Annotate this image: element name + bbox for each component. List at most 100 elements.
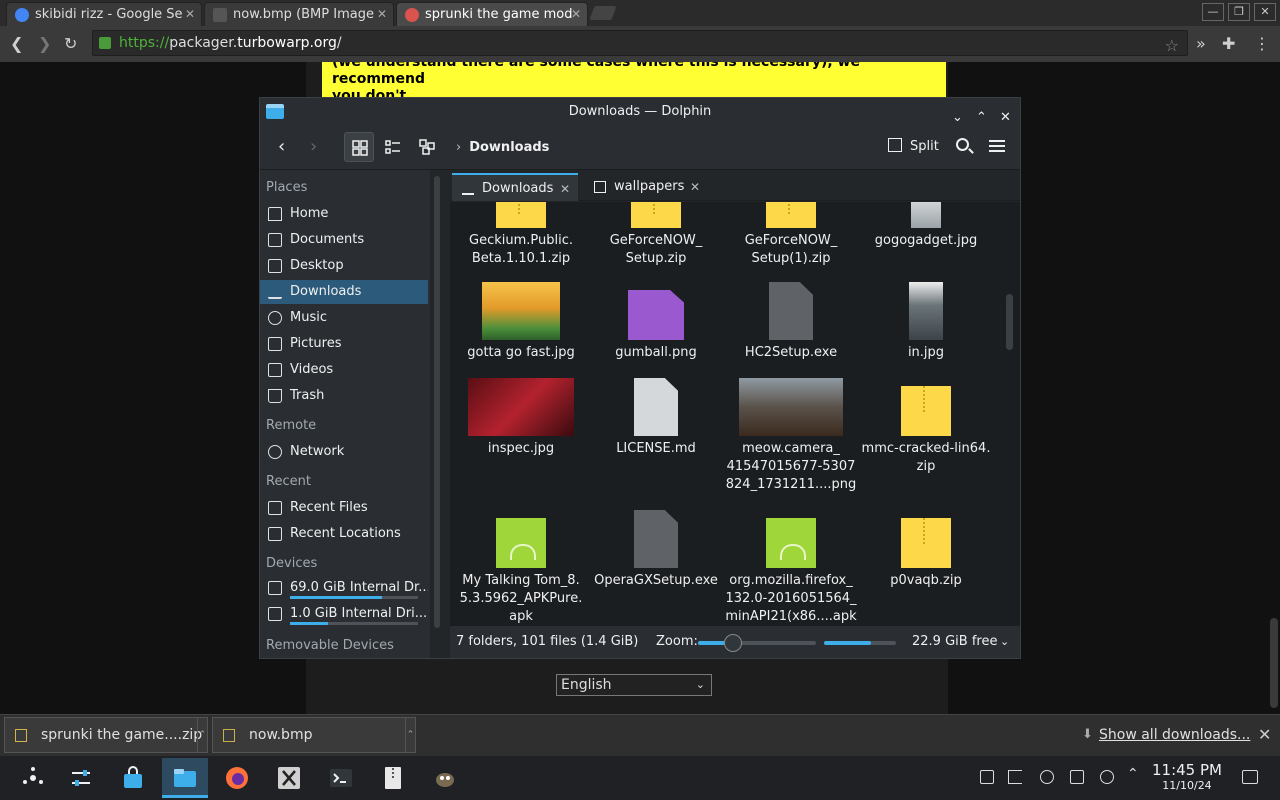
taskbar-firefox[interactable] — [214, 758, 260, 798]
zoom-slider-handle[interactable] — [724, 634, 743, 652]
close-icon[interactable]: ✕ — [377, 7, 387, 21]
sidebar-item-drive-1gb[interactable]: 1.0 GiB Internal Dri... — [260, 602, 428, 626]
sidebar-item-desktop[interactable]: Desktop — [260, 254, 428, 278]
file-item[interactable]: My Talking Tom_8. 5.3.5962_APKPure. apk — [454, 518, 588, 626]
new-tab-button[interactable] — [589, 6, 617, 20]
clipboard-icon[interactable] — [980, 770, 994, 784]
chevron-up-icon[interactable]: ⌃ — [197, 718, 207, 752]
save-disk-icon[interactable] — [1070, 770, 1084, 784]
file-item[interactable]: mmc-cracked-lin64. zip — [859, 386, 993, 476]
tab-wallpapers[interactable]: wallpapers ✕ — [584, 173, 708, 201]
taskbar-archiver[interactable] — [370, 758, 416, 798]
file-item[interactable]: in.jpg — [859, 282, 993, 362]
taskbar-settings[interactable] — [58, 758, 104, 798]
brightness-icon[interactable] — [1040, 770, 1054, 784]
zoom-slider[interactable] — [698, 634, 816, 652]
browser-tab-sprunki[interactable]: sprunki the game mod ✕ — [396, 2, 588, 26]
file-item[interactable]: gumball.png — [589, 290, 723, 362]
file-item[interactable]: GeForceNOW_ Setup.zip — [589, 202, 723, 268]
taskbar-x-app[interactable] — [266, 758, 312, 798]
address-bar[interactable]: https://packager.turbowarp.org/ ☆ — [92, 30, 1188, 56]
taskbar-dolphin[interactable] — [162, 758, 208, 798]
sidebar-item-pictures[interactable]: Pictures — [260, 332, 428, 356]
overflow-chevron-icon[interactable]: » — [1196, 34, 1206, 53]
file-item[interactable]: OperaGXSetup.exe — [589, 510, 723, 590]
help-icon[interactable] — [1100, 770, 1114, 784]
extensions-icon[interactable]: ✚ — [1222, 34, 1235, 53]
back-icon[interactable]: ❮ — [10, 34, 23, 53]
download-item[interactable]: sprunki the game....zip ⌃ — [4, 717, 208, 753]
sidebar-item-recent-files[interactable]: Recent Files — [260, 496, 428, 520]
download-label: sprunki the game....zip — [41, 727, 203, 743]
reload-icon[interactable]: ↻ — [64, 34, 77, 53]
sidebar-item-videos[interactable]: Videos — [260, 358, 428, 382]
file-item[interactable]: GeForceNOW_ Setup(1).zip — [724, 202, 858, 268]
show-all-downloads-link[interactable]: Show all downloads... — [1099, 727, 1250, 743]
browser-tab-google[interactable]: skibidi rizz - Google Se ✕ — [6, 2, 202, 26]
clock[interactable]: 11:45 PM 11/10/24 — [1152, 762, 1222, 794]
hamburger-menu-icon[interactable] — [989, 140, 1005, 152]
taskbar-gimp[interactable] — [422, 758, 468, 798]
download-item[interactable]: now.bmp ⌃ — [212, 717, 416, 753]
file-item[interactable]: gogogadget.jpg — [859, 202, 993, 250]
file-item[interactable]: inspec.jpg — [454, 378, 588, 458]
menu-dots-icon[interactable]: ⋮ — [1254, 34, 1270, 53]
search-icon[interactable] — [956, 138, 969, 151]
split-button[interactable]: Split — [888, 138, 939, 154]
file-item[interactable]: p0vaqb.zip — [859, 518, 993, 590]
sidebar-item-trash[interactable]: Trash — [260, 384, 428, 408]
language-select[interactable]: English ⌄ — [556, 674, 712, 696]
volume-muted-icon[interactable] — [1008, 770, 1022, 784]
file-item[interactable]: org.mozilla.firefox_ 132.0-2016051564_ m… — [724, 518, 858, 626]
free-space-label[interactable]: 22.9 GiB free — [912, 626, 997, 658]
forward-icon[interactable]: ❯ — [38, 34, 51, 53]
details-view-button[interactable] — [412, 132, 442, 162]
dolphin-toolbar: ‹ › › Downloads Split — [260, 126, 1020, 170]
close-window-button[interactable]: ✕ — [1254, 3, 1276, 21]
chevron-down-icon[interactable]: ⌄ — [1000, 626, 1009, 658]
close-icon[interactable]: ✕ — [1258, 725, 1271, 744]
close-tab-icon[interactable]: ✕ — [560, 175, 570, 203]
file-item[interactable]: gotta go fast.jpg — [454, 282, 588, 362]
file-name: OperaGXSetup.exe — [594, 573, 718, 588]
sidebar-item-documents[interactable]: Documents — [260, 228, 428, 252]
file-item[interactable]: Geckium.Public. Beta.1.10.1.zip — [454, 202, 588, 268]
application-launcher[interactable] — [10, 758, 56, 798]
file-name: p0vaqb.zip — [890, 573, 962, 588]
tab-downloads[interactable]: Downloads ✕ — [452, 173, 578, 201]
show-desktop-icon[interactable] — [1242, 770, 1258, 784]
remote-header: Remote — [266, 418, 317, 433]
file-view-scrollbar[interactable] — [1006, 294, 1013, 350]
chevron-up-icon[interactable]: ⌃ — [1127, 766, 1139, 782]
clock-time: 11:45 PM — [1152, 761, 1222, 779]
close-icon[interactable]: ✕ — [185, 7, 195, 21]
browser-tab-bmp[interactable]: now.bmp (BMP Image ✕ — [204, 2, 394, 26]
minimize-button[interactable]: — — [1202, 3, 1224, 21]
breadcrumb[interactable]: › Downloads — [456, 140, 549, 155]
bookmark-star-icon[interactable]: ☆ — [1165, 34, 1179, 58]
forward-icon[interactable]: › — [310, 136, 317, 157]
file-item[interactable]: meow.camera_ 41547015677-5307 824_173121… — [724, 378, 858, 494]
browser-toolbar: ❮ ❯ ↻ https://packager.turbowarp.org/ ☆ … — [0, 26, 1280, 62]
sidebar-item-network[interactable]: Network — [260, 440, 428, 464]
sidebar-scrollbar[interactable] — [434, 176, 440, 628]
compact-view-button[interactable] — [378, 132, 408, 162]
sidebar-item-recent-locations[interactable]: Recent Locations — [260, 522, 428, 546]
file-item[interactable]: LICENSE.md — [589, 378, 723, 458]
restore-button[interactable]: ❐ — [1228, 3, 1250, 21]
page-scrollbar[interactable] — [1270, 618, 1278, 708]
back-icon[interactable]: ‹ — [278, 136, 285, 157]
sidebar-item-drive-69gb[interactable]: 69.0 GiB Internal Dr... — [260, 576, 428, 600]
sidebar-item-music[interactable]: Music — [260, 306, 428, 330]
close-tab-icon[interactable]: ✕ — [690, 173, 700, 201]
file-item[interactable]: HC2Setup.exe — [724, 282, 858, 362]
taskbar-terminal[interactable] — [318, 758, 364, 798]
file-view[interactable]: Geckium.Public. Beta.1.10.1.zip GeForceN… — [450, 202, 1020, 626]
sidebar-item-downloads[interactable]: Downloads — [260, 280, 428, 304]
icons-view-button[interactable] — [344, 132, 374, 162]
chevron-up-icon[interactable]: ⌃ — [405, 718, 415, 752]
close-icon[interactable]: ✕ — [571, 7, 581, 21]
taskbar-discover[interactable] — [110, 758, 156, 798]
sidebar-item-home[interactable]: Home — [260, 202, 428, 226]
dolphin-titlebar[interactable]: Downloads — Dolphin ⌄ ⌃ ✕ — [260, 98, 1020, 126]
